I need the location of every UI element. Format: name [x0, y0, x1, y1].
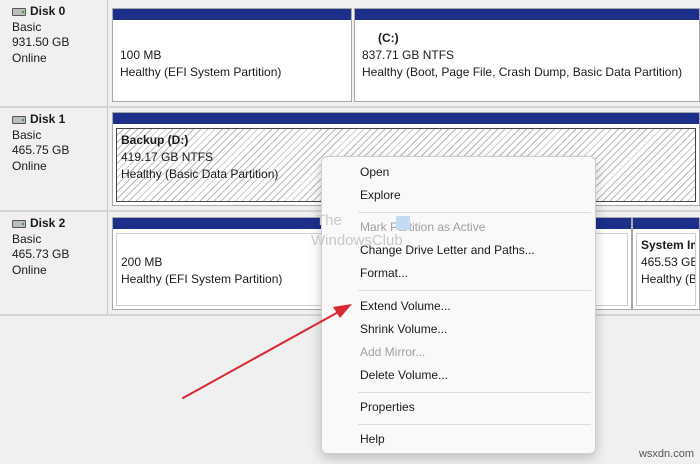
- disk-type: Basic: [12, 19, 42, 34]
- partition-size: 100 MB: [120, 48, 162, 62]
- disk-name-text: Disk 2: [30, 216, 66, 230]
- partition-content: System Im 465.53 GB N Healthy (B: [636, 233, 696, 306]
- disk-status: Online: [12, 50, 47, 65]
- menu-item-open[interactable]: Open: [360, 165, 389, 180]
- menu-item-add-mirror: Add Mirror...: [360, 345, 426, 359]
- partition-content: 100 MB Healthy (EFI System Partition): [116, 24, 348, 98]
- menu-item-format[interactable]: Format...: [360, 266, 408, 281]
- arrow-shaft: [182, 309, 343, 399]
- watermark-line2: WindowsClub: [311, 232, 403, 249]
- menu-item-properties[interactable]: Properties: [360, 400, 415, 415]
- disk-2-name: Disk 2: [12, 216, 107, 232]
- partition-title: System Im: [641, 238, 696, 252]
- partition-status: Healthy (B: [641, 272, 696, 286]
- disk-status: Online: [12, 158, 47, 173]
- site-watermark: wsxdn.com: [638, 448, 694, 460]
- menu-separator: [358, 424, 591, 425]
- partition-bar: [355, 9, 699, 20]
- disk-2-label[interactable]: Disk 2 Basic 465.73 GB Online: [3, 212, 108, 314]
- partition-bar: [633, 218, 699, 229]
- menu-item-explore[interactable]: Explore: [360, 188, 401, 203]
- disk-status: Online: [12, 262, 47, 277]
- partition-status: Healthy (Boot, Page File, Crash Dump, Ba…: [362, 65, 683, 79]
- context-menu: Open Explore Mark Partition as Active Ch…: [321, 156, 596, 454]
- partition-content: (C:) 837.71 GB NTFS Healthy (Boot, Page …: [358, 24, 696, 98]
- partition-title: (C:): [378, 31, 399, 45]
- partition-size: 837.71 GB NTFS: [362, 48, 455, 62]
- menu-separator: [358, 392, 591, 393]
- disk-0-name: Disk 0: [12, 4, 107, 20]
- disk-size: 465.75 GB: [12, 143, 70, 157]
- disk-size: 931.50 GB: [12, 35, 70, 49]
- disk-1-label[interactable]: Disk 1 Basic 465.75 GB Online: [3, 108, 108, 210]
- disk-type: Basic: [12, 231, 42, 246]
- partition-bar: [113, 9, 351, 20]
- menu-separator: [358, 212, 591, 213]
- partition-size: 465.53 GB N: [641, 255, 695, 269]
- hard-disk-icon: [12, 219, 26, 228]
- watermark-logo-icon: [396, 216, 410, 230]
- disk-1-name: Disk 1: [12, 112, 107, 128]
- partition-disk0-c[interactable]: (C:) 837.71 GB NTFS Healthy (Boot, Page …: [354, 8, 700, 102]
- partition-disk2-system-image[interactable]: System Im 465.53 GB N Healthy (B: [632, 217, 700, 310]
- menu-item-delete-volume[interactable]: Delete Volume...: [360, 368, 448, 383]
- disk-name-text: Disk 1: [30, 112, 66, 126]
- menu-item-shrink-volume[interactable]: Shrink Volume...: [360, 322, 447, 337]
- watermark-line1: The: [316, 212, 342, 229]
- disk-type: Basic: [12, 127, 42, 142]
- hard-disk-icon: [12, 115, 26, 124]
- partition-disk0-efi[interactable]: 100 MB Healthy (EFI System Partition): [112, 8, 352, 102]
- partition-bar: [113, 113, 699, 124]
- menu-item-extend-volume[interactable]: Extend Volume...: [360, 299, 451, 314]
- hard-disk-icon: [12, 7, 26, 16]
- partition-title: Backup (D:): [121, 133, 189, 147]
- menu-separator: [358, 290, 591, 291]
- disk-0-label[interactable]: Disk 0 Basic 931.50 GB Online: [3, 0, 108, 106]
- disk-name-text: Disk 0: [30, 4, 66, 18]
- menu-item-help[interactable]: Help: [360, 432, 385, 447]
- disk-row-0: Disk 0 Basic 931.50 GB Online 100 MB Hea…: [0, 0, 700, 106]
- partition-status: Healthy (EFI System Partition): [120, 65, 282, 79]
- disk-size: 465.73 GB: [12, 247, 70, 261]
